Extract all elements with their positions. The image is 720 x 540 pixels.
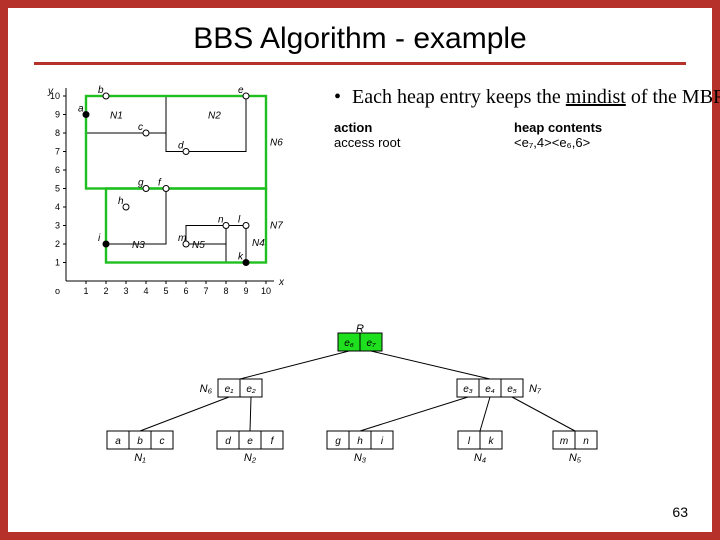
upper-row: 1234567891012345678910xyoN1N2N3N4N5N6N7a… [36, 81, 684, 311]
th-heap: heap contents [514, 120, 664, 135]
svg-text:l: l [238, 215, 241, 226]
title-rule [34, 62, 686, 65]
bullet-1: Each heap entry keeps the mindist of the… [334, 85, 720, 110]
svg-text:e₁: e₁ [225, 384, 234, 395]
svg-text:N4: N4 [252, 238, 265, 249]
svg-text:N₃: N₃ [354, 452, 367, 464]
svg-text:N₅: N₅ [569, 452, 582, 464]
svg-text:e₂: e₂ [246, 384, 256, 395]
svg-text:e: e [238, 85, 244, 96]
svg-text:h: h [118, 196, 124, 207]
svg-text:N₄: N₄ [474, 452, 486, 464]
svg-text:N₇: N₇ [529, 383, 542, 395]
svg-text:b: b [137, 436, 143, 447]
bullet-underlined: mindist [566, 86, 626, 108]
svg-text:6: 6 [183, 286, 188, 296]
svg-text:4: 4 [55, 202, 60, 212]
svg-text:f: f [158, 178, 162, 189]
svg-text:6: 6 [55, 165, 60, 175]
svg-text:m: m [560, 436, 568, 447]
svg-text:x: x [278, 277, 285, 288]
svg-text:e: e [247, 436, 253, 447]
svg-text:e₄: e₄ [485, 384, 495, 395]
cell-action-0: access root [334, 135, 454, 150]
svg-text:n: n [583, 436, 589, 447]
svg-text:c: c [160, 436, 165, 447]
svg-text:d: d [225, 436, 231, 447]
svg-text:N₂: N₂ [244, 452, 257, 464]
svg-text:7: 7 [203, 286, 208, 296]
scatter-chart: 1234567891012345678910xyoN1N2N3N4N5N6N7a… [36, 81, 316, 311]
svg-text:a: a [115, 436, 121, 447]
svg-text:m: m [178, 233, 186, 244]
svg-text:5: 5 [55, 184, 60, 194]
svg-text:7: 7 [55, 147, 60, 157]
cell-heap-0: <e₇,4><e₆,6> [514, 135, 664, 150]
heap-table: action access root heap contents <e₇,4><… [334, 120, 720, 151]
svg-text:9: 9 [55, 110, 60, 120]
svg-text:e₆: e₆ [344, 338, 354, 349]
rtree-diagram: Re₆e₇e₁e₂N₆e₃e₄e₅N₇abcN₁defN₂ghiN₃lkN₄mn… [36, 321, 684, 486]
svg-text:a: a [78, 104, 84, 115]
svg-text:2: 2 [55, 239, 60, 249]
svg-text:1: 1 [83, 286, 88, 296]
svg-text:8: 8 [223, 286, 228, 296]
svg-text:c: c [138, 122, 143, 133]
bullet-suffix: of the MBR. [626, 86, 720, 108]
svg-text:4: 4 [143, 286, 148, 296]
svg-text:N1: N1 [110, 111, 123, 122]
bullet-prefix: Each heap entry keeps the [352, 86, 566, 108]
svg-text:8: 8 [55, 128, 60, 138]
svg-text:N₁: N₁ [134, 452, 146, 464]
svg-text:e₃: e₃ [463, 384, 473, 395]
svg-text:N₆: N₆ [200, 383, 213, 395]
svg-text:5: 5 [163, 286, 168, 296]
svg-text:N6: N6 [270, 137, 283, 148]
slide: BBS Algorithm - example 1 2 3 4 5 6 7 8 9 10 1 2 3 4 5… [8, 8, 712, 532]
svg-text:b: b [98, 85, 104, 96]
svg-text:e₇: e₇ [366, 338, 376, 349]
svg-text:i: i [98, 233, 101, 244]
svg-text:e₅: e₅ [507, 384, 517, 395]
svg-text:N5: N5 [192, 240, 205, 251]
th-action: action [334, 120, 454, 135]
svg-text:2: 2 [103, 286, 108, 296]
svg-text:n: n [218, 215, 224, 226]
svg-text:10: 10 [261, 286, 271, 296]
svg-text:g: g [335, 436, 341, 447]
svg-text:g: g [138, 178, 144, 189]
svg-text:N3: N3 [132, 240, 145, 251]
slide-title: BBS Algorithm - example [36, 22, 684, 56]
svg-text:h: h [357, 436, 363, 447]
bullet-area: Each heap entry keeps the mindist of the… [334, 81, 720, 311]
svg-text:3: 3 [55, 221, 60, 231]
svg-text:d: d [178, 141, 184, 152]
page-number: 63 [672, 504, 688, 520]
svg-text:9: 9 [243, 286, 248, 296]
svg-text:N2: N2 [208, 111, 221, 122]
svg-text:1: 1 [55, 258, 60, 268]
svg-text:N7: N7 [270, 221, 283, 232]
svg-text:y: y [47, 86, 54, 97]
svg-text:o: o [55, 286, 60, 296]
svg-text:3: 3 [123, 286, 128, 296]
